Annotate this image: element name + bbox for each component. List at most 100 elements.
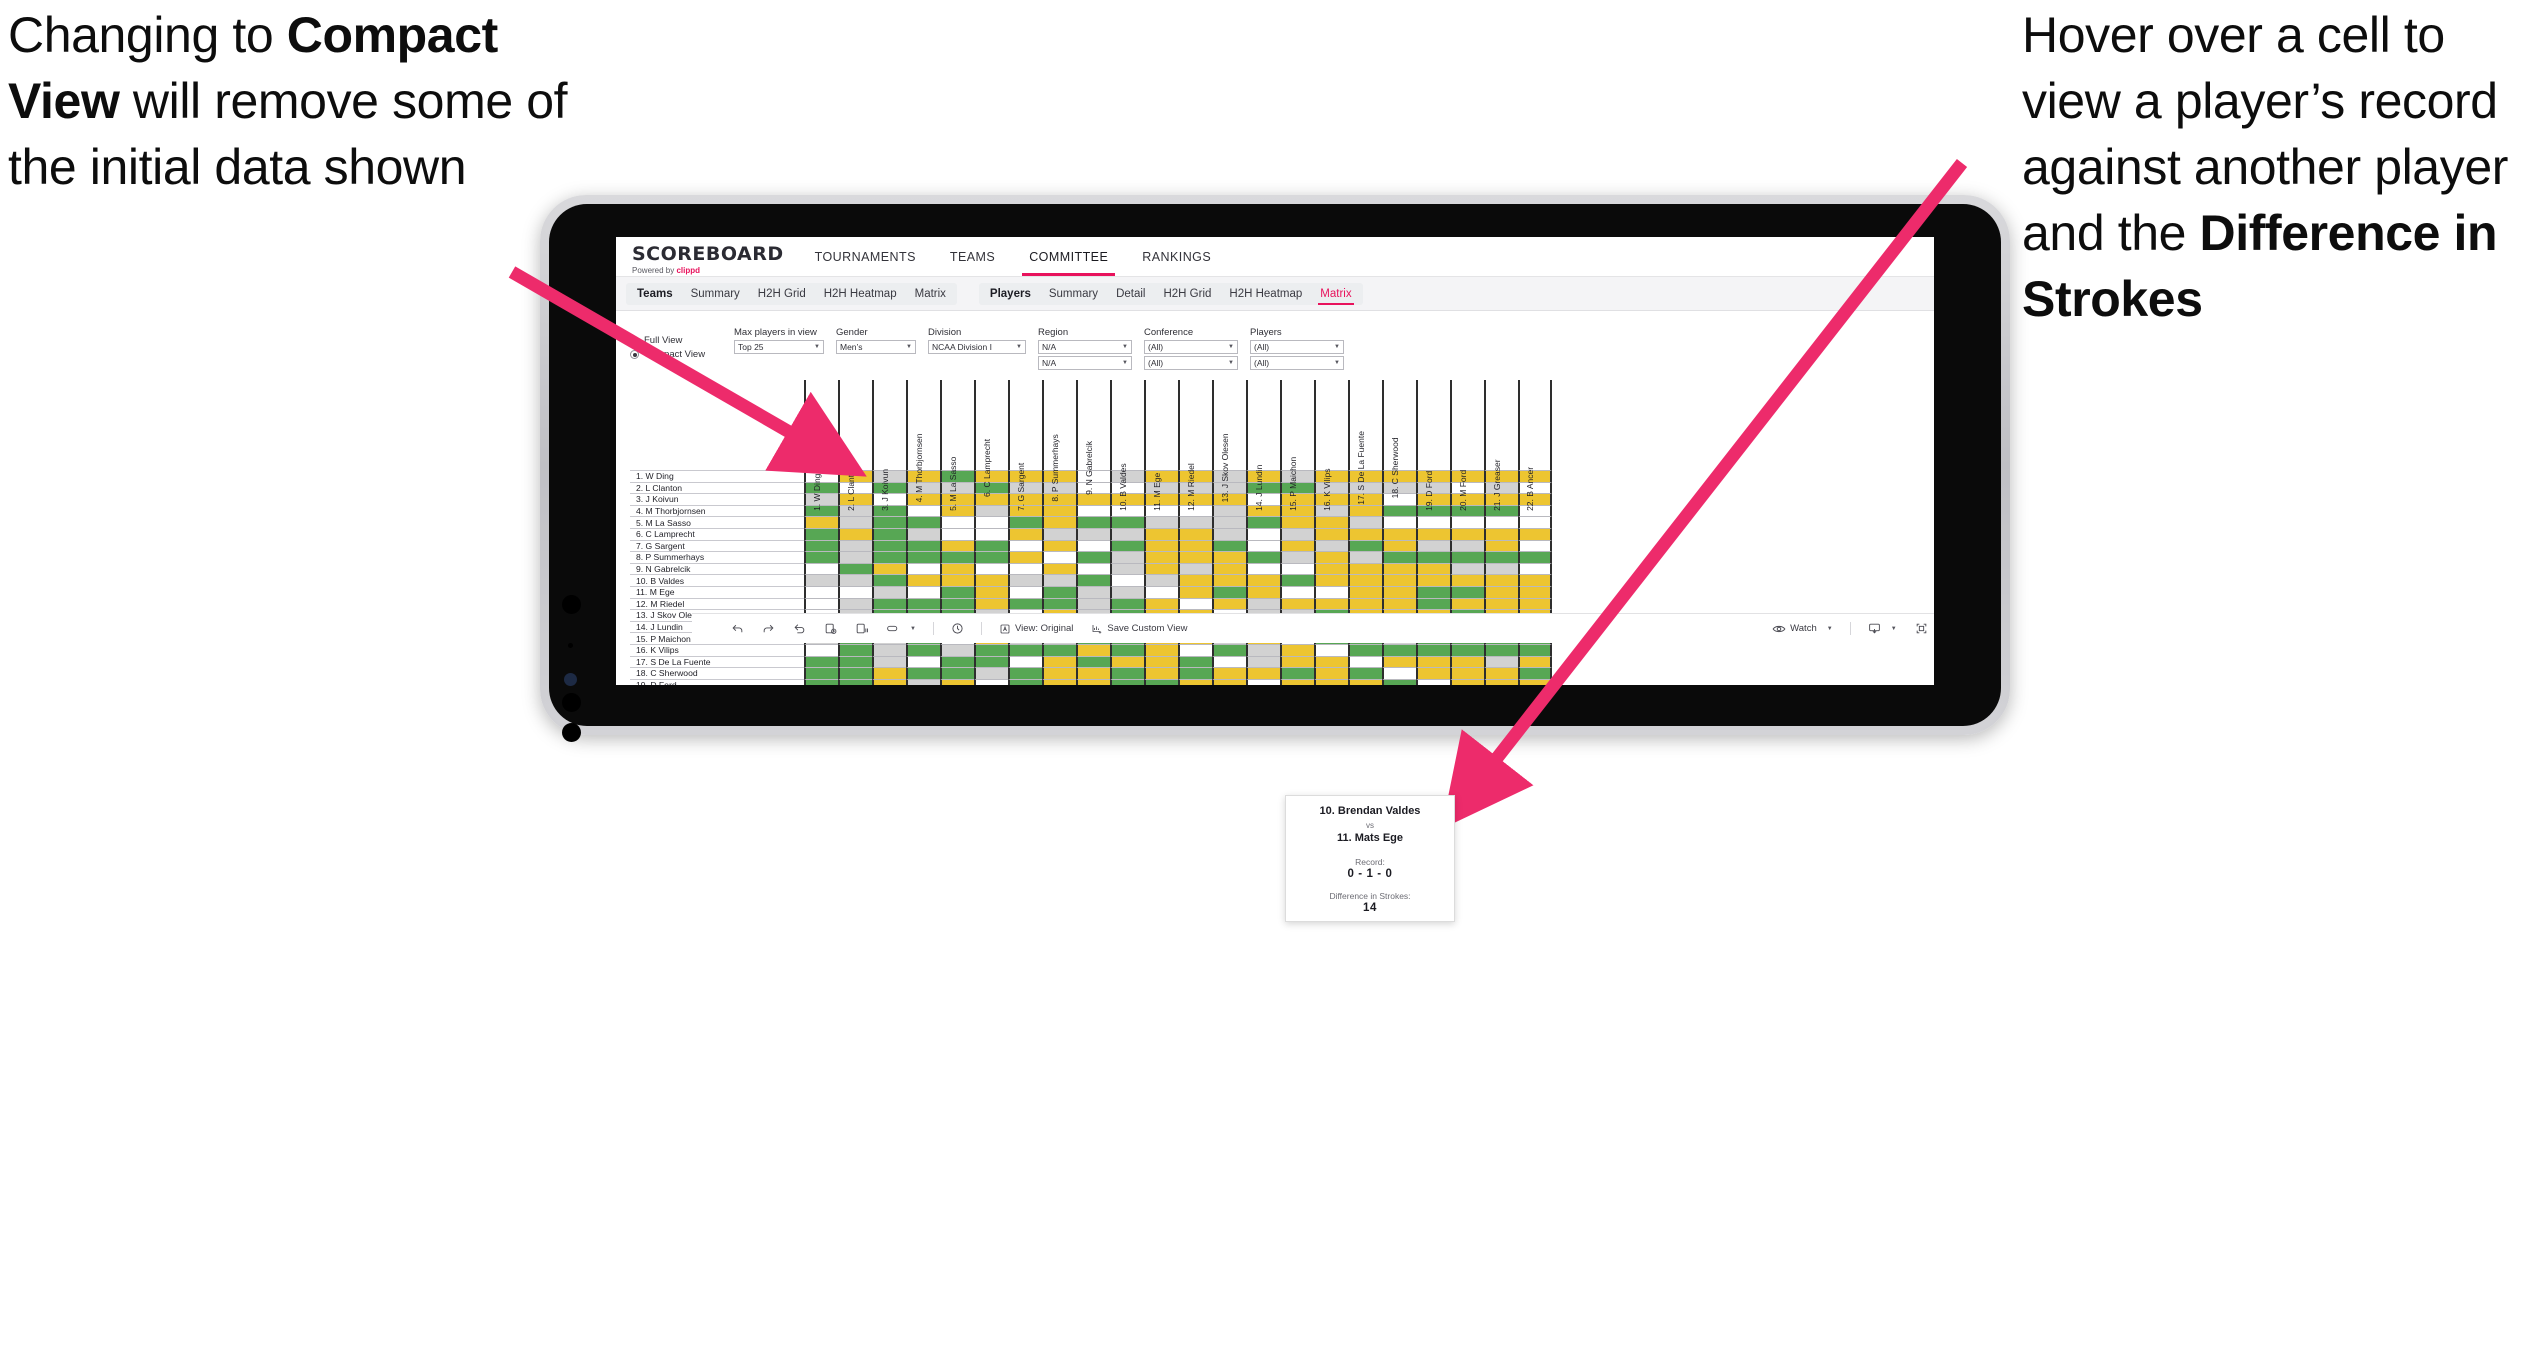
- matrix-cell[interactable]: [1008, 597, 1042, 610]
- app-logo[interactable]: SCOREBOARD Powered by clippd: [616, 237, 798, 276]
- matrix-cell[interactable]: [1348, 551, 1382, 563]
- matrix-cell[interactable]: [1178, 562, 1212, 575]
- matrix-cell[interactable]: [1518, 585, 1552, 598]
- matrix-cell[interactable]: [1042, 597, 1076, 610]
- matrix-cell[interactable]: [1246, 562, 1280, 575]
- matrix-cell[interactable]: [1144, 597, 1178, 610]
- matrix-cell[interactable]: [974, 516, 1008, 528]
- subnav-players-h2h-heatmap[interactable]: H2H Heatmap: [1220, 284, 1311, 304]
- save-custom-view-button[interactable]: Save Custom View: [1082, 623, 1196, 635]
- matrix-cell[interactable]: [906, 667, 940, 679]
- matrix-cell[interactable]: [906, 516, 940, 528]
- matrix-cell[interactable]: [1144, 667, 1178, 679]
- matrix-cell[interactable]: [906, 643, 940, 656]
- matrix-cell[interactable]: [1416, 585, 1450, 598]
- nav-tab-teams[interactable]: TEAMS: [933, 237, 1012, 276]
- select-division[interactable]: NCAA Division I ▼: [928, 340, 1026, 354]
- matrix-cell[interactable]: [1484, 516, 1518, 528]
- matrix-cell[interactable]: [872, 539, 906, 552]
- matrix-cell[interactable]: [1212, 574, 1246, 586]
- subnav-teams-matrix[interactable]: Matrix: [906, 284, 955, 304]
- matrix-cell[interactable]: [940, 597, 974, 610]
- matrix-cell[interactable]: [1518, 539, 1552, 552]
- matrix-cell[interactable]: [1450, 655, 1484, 668]
- subnav-teams-h2h-heatmap[interactable]: H2H Heatmap: [815, 284, 906, 304]
- matrix-cell[interactable]: [1314, 643, 1348, 656]
- matrix-cell[interactable]: [1416, 539, 1450, 552]
- matrix-cell[interactable]: [1518, 551, 1552, 563]
- matrix-cell[interactable]: [1382, 562, 1416, 575]
- matrix-cell[interactable]: [1314, 551, 1348, 563]
- matrix-cell[interactable]: [1518, 643, 1552, 656]
- matrix-cell[interactable]: [1484, 597, 1518, 610]
- matrix-cell[interactable]: [1110, 539, 1144, 552]
- matrix-cell[interactable]: [838, 643, 872, 656]
- matrix-cell[interactable]: [1416, 643, 1450, 656]
- matrix-cell[interactable]: [1178, 678, 1212, 685]
- matrix-cell[interactable]: [1178, 527, 1212, 540]
- matrix-cell[interactable]: [1518, 527, 1552, 540]
- matrix-cell[interactable]: [872, 667, 906, 679]
- matrix-cell[interactable]: [1008, 551, 1042, 563]
- matrix-cell[interactable]: [1484, 539, 1518, 552]
- matrix-cell[interactable]: [940, 539, 974, 552]
- matrix-cell[interactable]: [1076, 562, 1110, 575]
- matrix-cell[interactable]: [1042, 527, 1076, 540]
- matrix-cell[interactable]: [804, 527, 838, 540]
- matrix-cell[interactable]: [1450, 539, 1484, 552]
- matrix-cell[interactable]: [1518, 678, 1552, 685]
- matrix-cell[interactable]: [1178, 597, 1212, 610]
- highlight-button[interactable]: ▼: [877, 622, 925, 635]
- subnav-players-summary[interactable]: Summary: [1040, 284, 1107, 304]
- matrix-cell[interactable]: [872, 678, 906, 685]
- matrix-cell[interactable]: [1042, 516, 1076, 528]
- matrix-cell[interactable]: [1314, 516, 1348, 528]
- matrix-cell[interactable]: [1008, 655, 1042, 668]
- matrix-cell[interactable]: [1008, 539, 1042, 552]
- matrix-cell[interactable]: [1518, 574, 1552, 586]
- matrix-cell[interactable]: [1212, 643, 1246, 656]
- matrix-cell[interactable]: [940, 551, 974, 563]
- matrix-cell[interactable]: [1008, 574, 1042, 586]
- matrix-cell[interactable]: [804, 667, 838, 679]
- subnav-players-matrix[interactable]: Matrix: [1311, 284, 1360, 305]
- undo-button[interactable]: [722, 622, 753, 635]
- matrix-cell[interactable]: [1076, 574, 1110, 586]
- matrix-cell[interactable]: [1450, 667, 1484, 679]
- matrix-cell[interactable]: [1042, 655, 1076, 668]
- matrix-cell[interactable]: [1212, 678, 1246, 685]
- nav-tab-committee[interactable]: COMMITTEE: [1012, 237, 1125, 276]
- matrix-cell[interactable]: [1484, 667, 1518, 679]
- matrix-cell[interactable]: [1280, 562, 1314, 575]
- matrix-cell[interactable]: [1212, 527, 1246, 540]
- matrix-cell[interactable]: [1484, 678, 1518, 685]
- matrix-cell[interactable]: [1110, 667, 1144, 679]
- matrix-cell[interactable]: [1076, 527, 1110, 540]
- matrix-cell[interactable]: [1314, 597, 1348, 610]
- matrix-cell[interactable]: [1382, 678, 1416, 685]
- matrix-cell[interactable]: [1178, 551, 1212, 563]
- matrix-cell[interactable]: [1484, 527, 1518, 540]
- watch-button[interactable]: Watch ▼: [1763, 623, 1842, 635]
- matrix-cell[interactable]: [906, 597, 940, 610]
- matrix-cell[interactable]: [804, 551, 838, 563]
- matrix-cell[interactable]: [1178, 574, 1212, 586]
- matrix-cell[interactable]: [1042, 574, 1076, 586]
- select-players-secondary[interactable]: (All) ▼: [1250, 356, 1344, 370]
- matrix-cell[interactable]: [1382, 551, 1416, 563]
- matrix-cell[interactable]: [1042, 678, 1076, 685]
- matrix-cell[interactable]: [1280, 574, 1314, 586]
- matrix-cell[interactable]: [804, 562, 838, 575]
- matrix-cell[interactable]: [1518, 516, 1552, 528]
- matrix-cell[interactable]: [1518, 667, 1552, 679]
- matrix-cell[interactable]: [1246, 585, 1280, 598]
- matrix-cell[interactable]: [1178, 516, 1212, 528]
- matrix-cell[interactable]: [1144, 655, 1178, 668]
- matrix-cell[interactable]: [1450, 574, 1484, 586]
- matrix-cell[interactable]: [1144, 678, 1178, 685]
- matrix-cell[interactable]: [838, 597, 872, 610]
- matrix-cell[interactable]: [1348, 643, 1382, 656]
- download-button[interactable]: ▼: [1859, 622, 1906, 635]
- matrix-cell[interactable]: [1008, 678, 1042, 685]
- redo-button[interactable]: [753, 622, 784, 635]
